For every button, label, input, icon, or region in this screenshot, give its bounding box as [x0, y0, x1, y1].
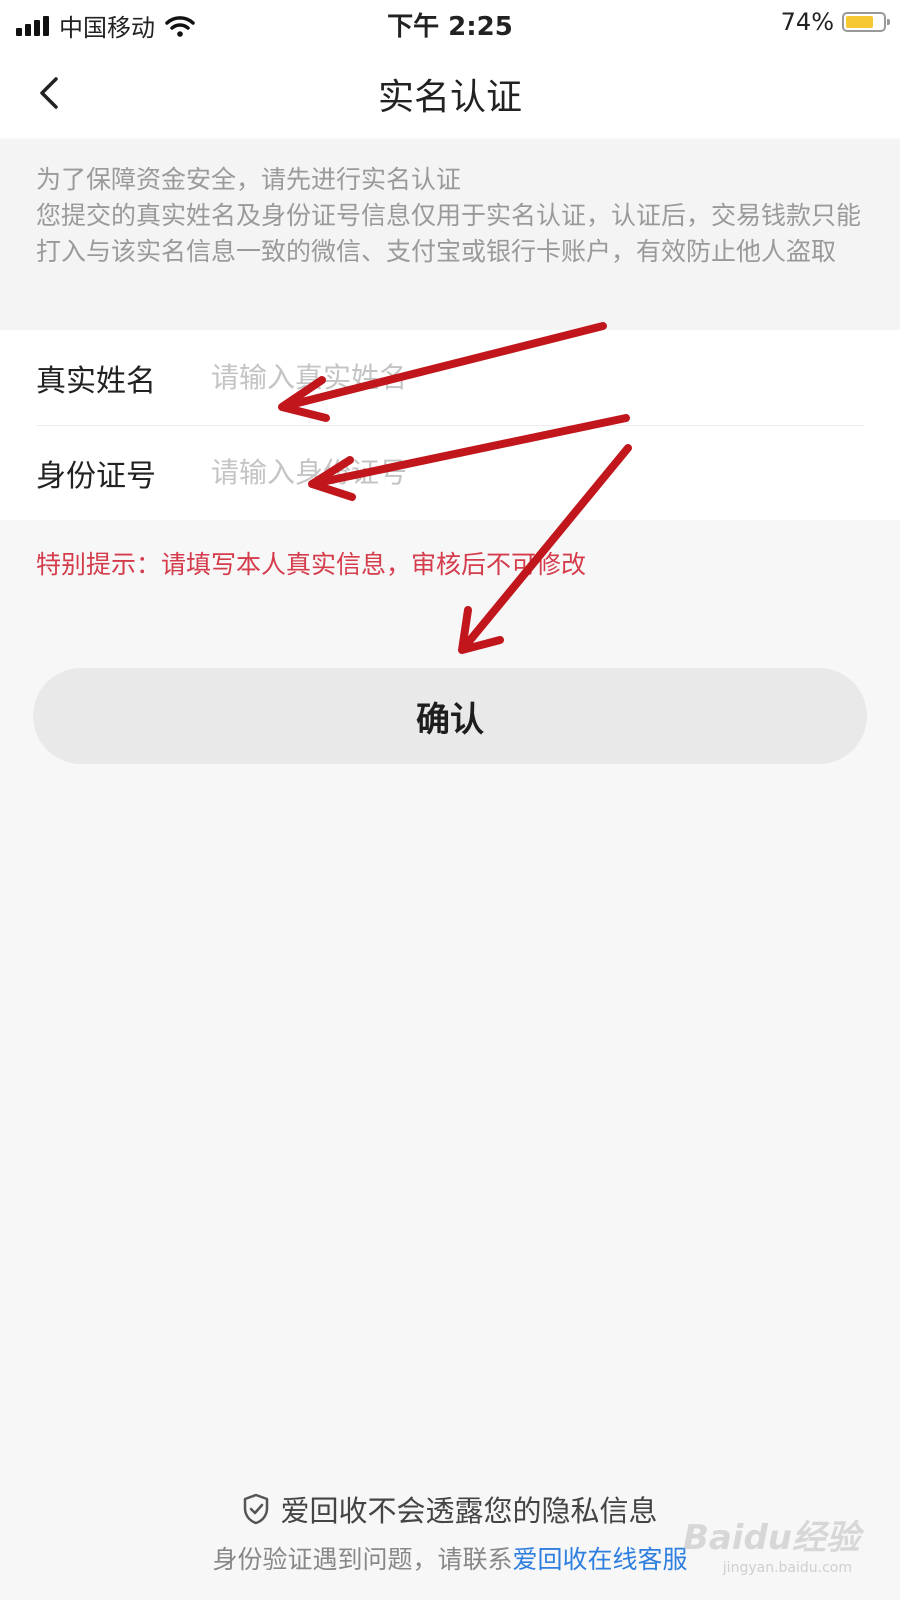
privacy-text: 爱回收不会透露您的隐私信息	[280, 1494, 658, 1528]
id-number-input[interactable]	[211, 456, 864, 489]
baidu-watermark: Baidu经验	[682, 1518, 860, 1558]
name-row: 真实姓名	[36, 330, 864, 426]
customer-service-link[interactable]: 爱回收在线客服	[513, 1545, 688, 1574]
name-label: 真实姓名	[36, 363, 156, 399]
help-text: 身份验证遇到问题，请联系	[212, 1545, 513, 1574]
id-label: 身份证号	[36, 458, 156, 494]
notice-line-2: 您提交的真实姓名及身份证号信息仅用于实名认证，认证后，交易钱款只能打入与该实名信…	[36, 201, 862, 266]
battery-icon	[842, 12, 890, 32]
status-time: 下午 2:25	[387, 12, 513, 42]
status-right: 74%	[780, 8, 890, 36]
nav-bar: 实名认证	[0, 48, 900, 138]
page-title: 实名认证	[377, 77, 522, 118]
security-notice: 为了保障资金安全，请先进行实名认证 您提交的真实姓名及身份证号信息仅用于实名认证…	[0, 140, 900, 330]
real-name-input[interactable]	[211, 361, 864, 394]
battery-level-fill	[846, 16, 873, 28]
verification-form: 真实姓名 身份证号	[0, 330, 900, 520]
baidu-watermark-url: jingyan.baidu.com	[722, 1560, 852, 1576]
confirm-button[interactable]: 确认	[33, 668, 867, 764]
warning-tip: 特别提示：请填写本人真实信息，审核后不可修改	[36, 550, 587, 579]
battery-percent: 74%	[780, 8, 834, 36]
id-row: 身份证号	[36, 425, 864, 520]
shield-check-icon	[244, 1493, 269, 1525]
status-bar: 中国移动 下午 2:25 74%	[0, 0, 900, 48]
notice-line-1: 为了保障资金安全，请先进行实名认证	[36, 165, 462, 194]
